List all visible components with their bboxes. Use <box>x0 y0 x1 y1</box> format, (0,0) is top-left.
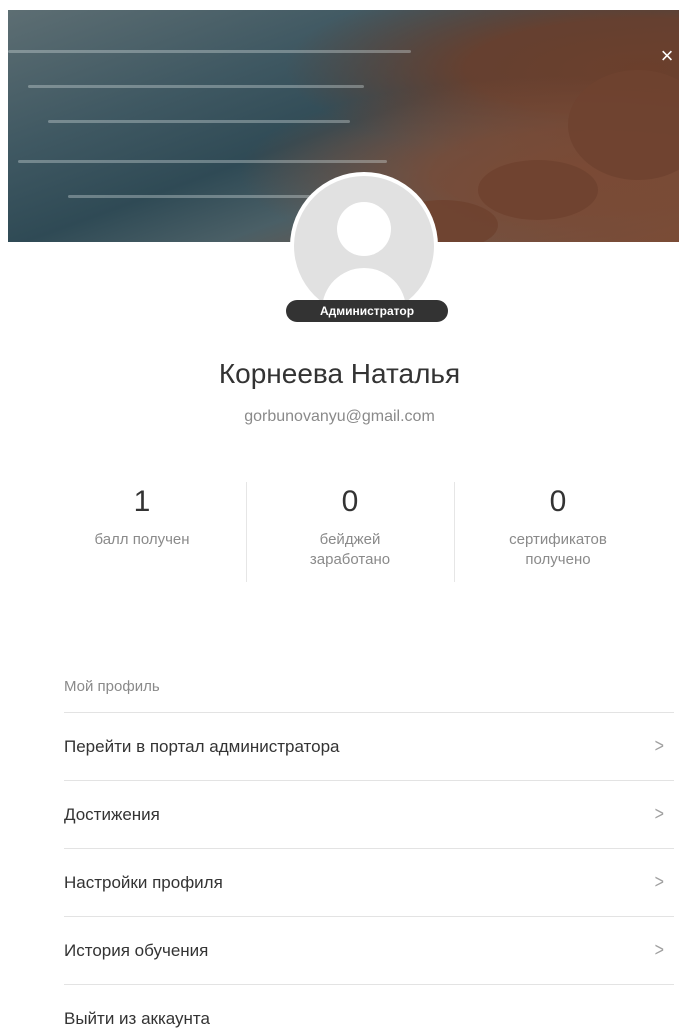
menu-item-label: История обучения <box>64 940 209 960</box>
stat-label: балл получен <box>38 530 246 550</box>
stat-label-line: сертификатов <box>509 531 607 548</box>
menu-item-label: Выйти из аккаунта <box>64 1009 210 1028</box>
stat-value: 0 <box>549 485 567 518</box>
stat-label-line: балл получен <box>94 531 190 548</box>
stat-label: сертификатов получено <box>454 530 662 570</box>
stat-label-line: получено <box>525 551 591 568</box>
avatar-placeholder-icon <box>294 176 434 316</box>
stat-certificates: 0 сертификатов получено <box>454 482 662 592</box>
menu-item-learning-history[interactable]: История обучения > <box>64 917 674 985</box>
stat-points: 1 балл получен <box>38 482 246 592</box>
chevron-right-icon: > <box>654 939 664 961</box>
stat-badges: 0 бейджей заработано <box>246 482 454 592</box>
chevron-right-icon: > <box>654 871 664 893</box>
avatar[interactable] <box>290 172 438 320</box>
stat-label: бейджей заработано <box>246 530 454 570</box>
menu-item-label: Настройки профиля <box>64 872 223 892</box>
chevron-right-icon: > <box>654 735 664 757</box>
user-email: gorbunovanyu@gmail.com <box>244 408 435 425</box>
menu-item-admin-portal[interactable]: Перейти в портал администратора > <box>64 713 674 781</box>
role-badge: Администратор <box>286 300 448 322</box>
menu-item-label: Достижения <box>64 804 160 824</box>
menu-item-profile-settings[interactable]: Настройки профиля > <box>64 849 674 917</box>
stats-panel: 1 балл получен 0 бейджей заработано 0 се… <box>38 482 662 592</box>
stat-value: 1 <box>133 485 151 518</box>
menu-header: Мой профиль <box>64 660 674 713</box>
stat-label-line: заработано <box>309 551 391 568</box>
stat-label-line: бейджей <box>319 531 381 548</box>
menu-item-logout[interactable]: Выйти из аккаунта <box>64 985 674 1030</box>
user-name: Корнеева Наталья <box>218 358 461 389</box>
chevron-right-icon: > <box>654 803 664 825</box>
menu-item-achievements[interactable]: Достижения > <box>64 781 674 849</box>
menu-item-label: Перейти в портал администратора <box>64 736 340 756</box>
close-icon[interactable]: × <box>657 44 677 68</box>
profile-menu: Мой профиль Перейти в портал администрат… <box>64 660 674 1030</box>
stat-value: 0 <box>341 485 359 518</box>
